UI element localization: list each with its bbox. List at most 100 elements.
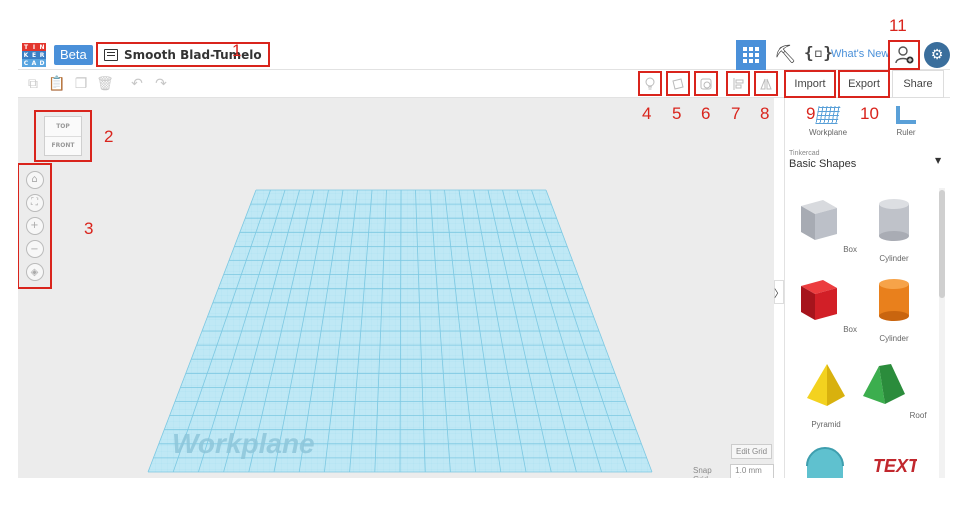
svg-text:TEXT: TEXT — [873, 456, 917, 476]
shapes-panel: Workplane Ruler Tinkercad Basic Shapes ▼… — [784, 98, 950, 478]
perspective-icon[interactable]: ◈ — [25, 263, 44, 282]
annotation-9: 9 — [806, 104, 816, 123]
pickaxe-icon[interactable]: ⛏ — [774, 44, 797, 65]
workplane-tool-label: Workplane — [808, 128, 848, 137]
shapes-scrollbar-thumb[interactable] — [939, 190, 945, 298]
view-shape-button[interactable] — [666, 71, 690, 96]
annotation-11: 11 — [889, 16, 907, 35]
text-shape-icon: TEXT — [873, 456, 921, 476]
shape-label: Box — [843, 245, 858, 254]
workplane-grid[interactable] — [18, 98, 774, 478]
top-header: TINKERCAD Beta Smooth Blad-Tumelo ⛏ {▫} … — [18, 40, 950, 70]
collapse-panel-button[interactable]: 〉 — [774, 280, 784, 304]
home-view-icon[interactable]: ⌂ — [25, 170, 44, 189]
view-cube-front-face[interactable]: FRONT — [45, 137, 81, 156]
ruler-tool[interactable]: Ruler — [871, 106, 941, 137]
cylinder-shape-icon — [879, 199, 909, 241]
annotation-6: 6 — [701, 104, 711, 123]
beta-badge: Beta — [54, 45, 93, 65]
logo-letter: K — [22, 51, 30, 59]
logo-letter: C — [22, 59, 30, 67]
add-user-button[interactable] — [888, 40, 920, 70]
grid-view-button[interactable] — [736, 40, 766, 70]
workplane-icon — [815, 106, 841, 124]
align-button[interactable] — [726, 71, 750, 96]
paste-icon[interactable]: 📋 — [48, 75, 66, 93]
shape-label: Roof — [909, 411, 927, 420]
chevron-down-icon[interactable]: ▼ — [935, 156, 941, 165]
workplane-tool[interactable]: Workplane — [793, 106, 863, 137]
align-icon — [733, 77, 744, 90]
ruler-icon — [896, 106, 916, 124]
edit-grid-button[interactable]: Edit Grid — [731, 444, 773, 459]
hole-button[interactable] — [694, 71, 718, 96]
annotation-5: 5 — [672, 104, 682, 123]
workplane-canvas[interactable]: Workplane TOP FRONT ⌂ ⛶ + − ◈ Edit Grid … — [18, 98, 774, 478]
zoom-out-icon[interactable]: − — [25, 240, 44, 259]
annotation-8: 8 — [760, 104, 770, 123]
annotation-7: 7 — [731, 104, 741, 123]
box-shape-icon — [800, 200, 837, 240]
shape-cylinder-orange[interactable]: Cylinder — [859, 274, 929, 343]
shape-category-select[interactable]: Basic Shapes — [789, 158, 856, 170]
tinkercad-editor: TINKERCAD Beta Smooth Blad-Tumelo ⛏ {▫} … — [0, 0, 956, 524]
logo-letter: R — [38, 51, 46, 59]
snap-grid-select[interactable]: 1.0 mm ▲ — [730, 464, 774, 478]
snap-grid-control: Snap Grid 1.0 mm ▲ — [693, 464, 774, 478]
shape-text[interactable]: TEXT — [859, 442, 929, 478]
shape-box-red[interactable]: Box — [791, 274, 861, 334]
half-cylinder-shape-icon — [806, 447, 844, 478]
toolbar: ⧉ 📋 ❐ 🗑 ↶ ↷ Import Export Share — [18, 70, 950, 98]
logo-letter: D — [38, 59, 46, 67]
import-button[interactable]: Import — [784, 70, 836, 98]
box-shape-icon — [800, 280, 837, 320]
annotation-2: 2 — [104, 127, 114, 146]
code-blocks-icon[interactable]: {▫} — [804, 43, 833, 62]
design-list-icon — [104, 48, 118, 61]
delete-icon[interactable]: 🗑 — [96, 75, 114, 93]
note-tool-button[interactable] — [638, 71, 662, 96]
pyramid-shape-icon — [807, 364, 845, 406]
shape-cylinder-gray[interactable]: Cylinder — [859, 194, 929, 263]
annotation-4: 4 — [642, 104, 652, 123]
roof-shape-icon — [863, 364, 906, 404]
annotation-1: 1 — [232, 41, 242, 60]
logo-letter: A — [30, 59, 38, 67]
duplicate-icon[interactable]: ❐ — [72, 75, 90, 93]
shape-roof[interactable]: Roof — [859, 360, 929, 420]
share-button[interactable]: Share — [892, 70, 944, 98]
logo-letter: I — [30, 43, 38, 51]
user-avatar[interactable]: ⚙ — [924, 42, 950, 68]
redo-icon[interactable]: ↷ — [152, 75, 170, 93]
shape-label: Cylinder — [879, 334, 909, 343]
tinkercad-logo[interactable]: TINKERCAD — [22, 43, 46, 67]
undo-icon[interactable]: ↶ — [128, 75, 146, 93]
shape-label: Pyramid — [811, 420, 841, 429]
snap-grid-label: Snap Grid — [693, 466, 712, 478]
logo-letter: N — [38, 43, 46, 51]
library-label: Tinkercad — [789, 150, 820, 157]
copy-icon[interactable]: ⧉ — [24, 75, 42, 93]
shape-outline-icon — [672, 77, 684, 90]
export-button[interactable]: Export — [838, 70, 890, 98]
lightbulb-icon — [645, 77, 655, 89]
shape-label: Box — [843, 325, 858, 334]
navigation-controls: ⌂ ⛶ + − ◈ — [18, 163, 52, 289]
view-cube[interactable]: TOP FRONT — [34, 110, 92, 162]
view-cube-top-face[interactable]: TOP — [45, 117, 81, 137]
logo-letter: E — [30, 51, 38, 59]
annotation-10: 10 — [860, 104, 879, 123]
design-title-box[interactable]: Smooth Blad-Tumelo — [96, 42, 270, 67]
fit-view-icon[interactable]: ⛶ — [25, 193, 44, 212]
add-user-icon — [895, 46, 914, 64]
workplane-label: Workplane — [172, 428, 315, 459]
shape-pyramid[interactable]: Pyramid — [791, 360, 861, 429]
whats-new-link[interactable]: What's New — [831, 48, 889, 60]
zoom-in-icon[interactable]: + — [25, 216, 44, 235]
mirror-button[interactable] — [754, 71, 778, 96]
mirror-icon — [760, 78, 772, 89]
shape-box-gray[interactable]: Box — [791, 194, 861, 254]
shape-half-cylinder[interactable] — [791, 442, 861, 478]
logo-letter: T — [22, 43, 30, 51]
hole-icon — [700, 78, 712, 89]
